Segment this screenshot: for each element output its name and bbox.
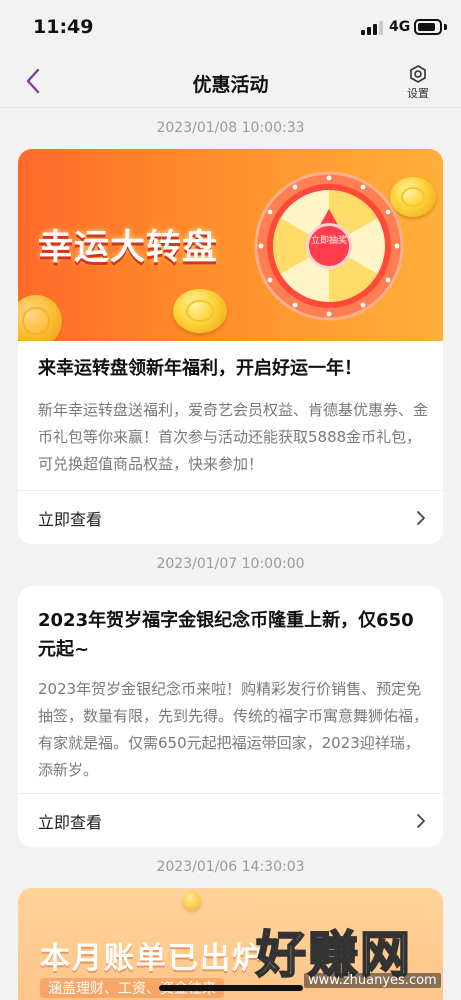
card-title: 来幸运转盘领新年福利，开启好运一年！ <box>38 358 362 379</box>
gear-icon <box>410 65 426 83</box>
timestamp: 2023/01/07 10:00:00 <box>156 556 305 572</box>
network-label: 4G <box>389 19 411 35</box>
status-time: 11:49 <box>33 16 94 38</box>
back-button[interactable] <box>20 66 50 96</box>
chevron-left-icon <box>26 68 40 94</box>
banner-title: 本月账单已出炉 <box>40 941 264 976</box>
coin-icon <box>18 295 62 341</box>
banner-title: 幸运大转盘 <box>38 228 219 268</box>
settings-label: 设置 <box>407 87 429 100</box>
signal-icon <box>361 21 383 35</box>
timestamp: 2023/01/06 14:30:03 <box>156 859 305 875</box>
battery-cap <box>444 24 447 30</box>
bill-banner: 本月账单已出炉 涵盖理财、工资、资金往来 <box>18 888 443 1000</box>
card-description: 新年幸运转盘送福利，爱奇艺会员权益、肯德基优惠券、金币礼包等你来赢！首次参与活动… <box>38 401 429 473</box>
coin-icon <box>183 892 201 910</box>
coin-icon <box>173 289 227 333</box>
activity-card[interactable]: 本月账单已出炉 涵盖理财、工资、资金往来 <box>18 888 443 1000</box>
divider <box>18 490 443 491</box>
view-now-label: 立即查看 <box>38 510 103 529</box>
lucky-wheel-banner[interactable]: 幸运大转盘 立即抽奖 <box>18 149 443 341</box>
divider <box>18 793 443 794</box>
chevron-right-icon <box>417 814 425 828</box>
draw-button[interactable]: 立即抽奖 <box>306 223 352 269</box>
settings-button[interactable]: 设置 <box>398 64 438 106</box>
activity-card: 幸运大转盘 立即抽奖 来幸运转盘领新年福利，开启好运一年！ 新年幸运转盘送福利，… <box>18 149 443 544</box>
card-title: 2023年贺岁福字金银纪念币隆重上新，仅650元起~ <box>38 610 414 660</box>
view-now-label: 立即查看 <box>38 813 103 832</box>
nav-bar: 优惠活动 设置 <box>0 56 461 108</box>
activity-card: 2023年贺岁福字金银纪念币隆重上新，仅650元起~ 2023年贺岁金银纪念币来… <box>18 586 443 847</box>
page-title: 优惠活动 <box>192 74 269 96</box>
chevron-right-icon <box>417 511 425 525</box>
card-description: 2023年贺岁金银纪念币来啦！购精彩发行价销售、预定免抽签，数量有限，先到先得。… <box>38 680 429 779</box>
timestamp: 2023/01/08 10:00:33 <box>156 120 305 136</box>
battery-icon <box>414 19 442 35</box>
view-now-button[interactable]: 立即查看 <box>18 492 443 544</box>
prize-wheel: 立即抽奖 <box>254 171 404 321</box>
view-now-button[interactable]: 立即查看 <box>18 795 443 847</box>
status-bar: 11:49 4G <box>0 0 461 56</box>
home-indicator[interactable] <box>159 985 303 991</box>
